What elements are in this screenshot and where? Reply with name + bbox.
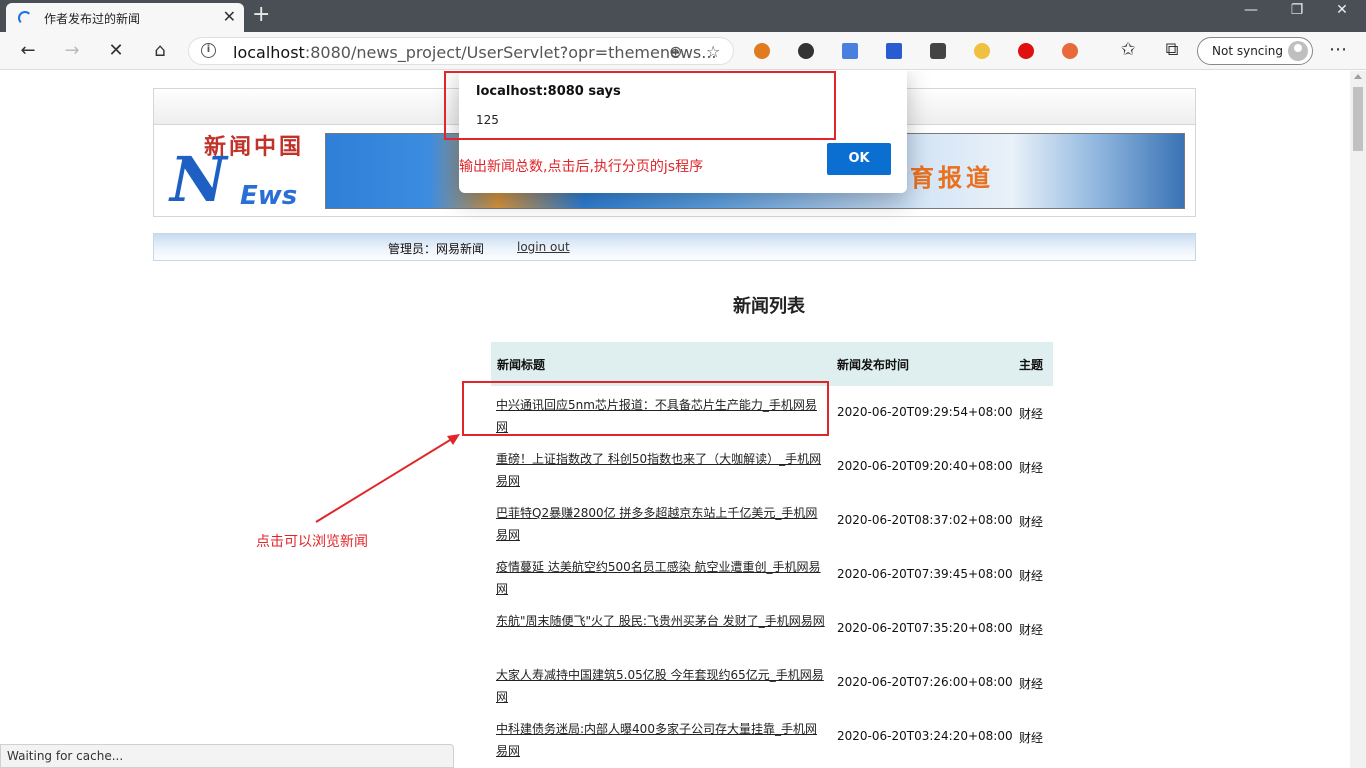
stop-icon[interactable]: ✕ [104,40,128,62]
extension-opera-icon[interactable] [1018,43,1034,59]
news-list-title: 新闻列表 [733,296,805,317]
table-row: 大家人寿减持中国建筑5.05亿股 今年套现约65亿元_手机网易网 2020-06-… [491,656,1053,710]
annotation-dialog-note: 输出新闻总数,点击后,执行分页的js程序 [459,159,704,175]
status-bar: Waiting for cache... [0,744,454,768]
extension-dark-icon[interactable] [798,43,814,59]
page-content: 新闻中国 N Ews 育报道 管理员：网易新闻 login out 新闻列表 新… [0,71,1350,768]
restore-icon[interactable]: ❐ [1275,2,1319,24]
back-icon[interactable]: ← [16,40,40,62]
zoom-icon[interactable]: ⊕ [669,42,682,61]
annotation-highlight-row [462,381,829,436]
browser-tab[interactable]: 作者发布过的新闻 ✕ [6,3,244,32]
logo-ews-text: Ews [240,181,298,211]
news-title-link[interactable]: 中科建债务迷局:内部人曝400多家子公司存大量挂靠_手机网易网 [496,718,826,762]
sync-label: Not syncing [1212,44,1283,58]
annotation-highlight-dialog [444,71,836,140]
news-date: 2020-06-20T09:20:40+08:00 [837,459,1013,473]
news-topic: 财经 [1019,461,1044,475]
column-header-topic: 主题 [1019,358,1044,372]
news-topic: 财经 [1019,677,1044,691]
table-row: 疫情蔓延 达美航空约500名员工感染 航空业遭重创_手机网易网 2020-06-2… [491,548,1053,602]
loading-spinner-icon [18,11,32,25]
news-title-link[interactable]: 重磅！上证指数改了 科创50指数也来了（大咖解读）_手机网易网 [496,448,826,492]
news-title-link[interactable]: 巴菲特Q2暴赚2800亿 拼多多超越京东站上千亿美元_手机网易网 [496,502,826,546]
home-icon[interactable]: ⌂ [148,40,172,62]
extension-translate-icon[interactable] [842,43,858,59]
news-date: 2020-06-20T07:39:45+08:00 [837,567,1013,581]
news-date: 2020-06-20T07:35:20+08:00 [837,621,1013,635]
scrollbar[interactable] [1350,71,1366,768]
site-info-icon[interactable]: i [201,43,216,58]
news-title-link[interactable]: 东航"周末随便飞"火了 股民:飞贵州买茅台 发财了_手机网易网 [496,610,826,632]
forward-icon[interactable]: → [60,40,84,62]
news-date: 2020-06-20T09:29:54+08:00 [837,405,1013,419]
favorite-star-icon[interactable]: ☆ [706,42,720,61]
column-header-date: 新闻发布时间 [837,358,910,372]
scroll-up-icon[interactable] [1354,74,1362,79]
title-bar: 作者发布过的新闻 ✕ + — ❐ ✕ [0,0,1366,32]
news-topic: 财经 [1019,623,1044,637]
extension-x-icon[interactable] [930,43,946,59]
url-host: localhost [233,43,305,62]
table-row: 东航"周末随便飞"火了 股民:飞贵州买茅台 发财了_手机网易网 2020-06-2… [491,602,1053,656]
column-header-title: 新闻标题 [497,358,546,372]
avatar [1288,41,1308,61]
news-topic: 财经 [1019,515,1044,529]
news-topic: 财经 [1019,569,1044,583]
sync-button[interactable]: Not syncing [1197,37,1313,65]
collections-icon[interactable]: ⧉ [1160,39,1184,61]
new-tab-icon[interactable]: + [252,2,270,27]
annotation-click-hint: 点击可以浏览新闻 [256,534,368,550]
tab-title: 作者发布过的新闻 [44,12,141,26]
extension-orange-icon[interactable] [1062,43,1078,59]
address-bar[interactable]: i localhost:8080/news_project/UserServle… [188,37,734,65]
ok-button[interactable]: OK [827,143,891,175]
logout-link[interactable]: login out [517,240,570,254]
news-date: 2020-06-20T03:24:20+08:00 [837,729,1013,743]
table-row: 巴菲特Q2暴赚2800亿 拼多多超越京东站上千亿美元_手机网易网 2020-06-… [491,494,1053,548]
status-text: Waiting for cache... [7,749,124,763]
more-menu-icon[interactable]: ⋯ [1326,39,1350,61]
close-tab-icon[interactable]: ✕ [223,7,236,26]
url-rest: :8080/news_project/UserServlet?opr=theme… [304,43,717,62]
table-row: 中科建债务迷局:内部人曝400多家子公司存大量挂靠_手机网易网 2020-06-2… [491,710,1053,764]
extension-blue-icon[interactable] [886,43,902,59]
scroll-thumb[interactable] [1353,87,1363,151]
admin-label: 管理员：网易新闻 [388,242,485,256]
table-row: 重磅！上证指数改了 科创50指数也来了（大咖解读）_手机网易网 2020-06-2… [491,440,1053,494]
url-text[interactable]: localhost:8080/news_project/UserServlet?… [233,43,717,62]
news-topic: 财经 [1019,731,1044,745]
news-topic: 财经 [1019,407,1044,421]
admin-bar: 管理员：网易新闻 login out [153,233,1196,261]
minimize-icon[interactable]: — [1229,2,1273,24]
news-title-link[interactable]: 疫情蔓延 达美航空约500名员工感染 航空业遭重创_手机网易网 [496,556,826,600]
extension-firefox-icon[interactable] [754,43,770,59]
favorites-icon[interactable]: ✩ [1116,39,1140,61]
extension-compass-icon[interactable] [974,43,990,59]
close-window-icon[interactable]: ✕ [1320,2,1364,24]
news-date: 2020-06-20T08:37:02+08:00 [837,513,1013,527]
news-title-link[interactable]: 大家人寿减持中国建筑5.05亿股 今年套现约65亿元_手机网易网 [496,664,826,708]
site-logo: 新闻中国 N Ews [168,129,320,211]
banner-text: 育报道 [910,164,994,192]
logo-n-letter: N [170,143,227,216]
browser-toolbar: ← → ✕ ⌂ i localhost:8080/news_project/Us… [0,32,1366,70]
table-header: 新闻标题 新闻发布时间 主题 [491,342,1053,386]
news-date: 2020-06-20T07:26:00+08:00 [837,675,1013,689]
